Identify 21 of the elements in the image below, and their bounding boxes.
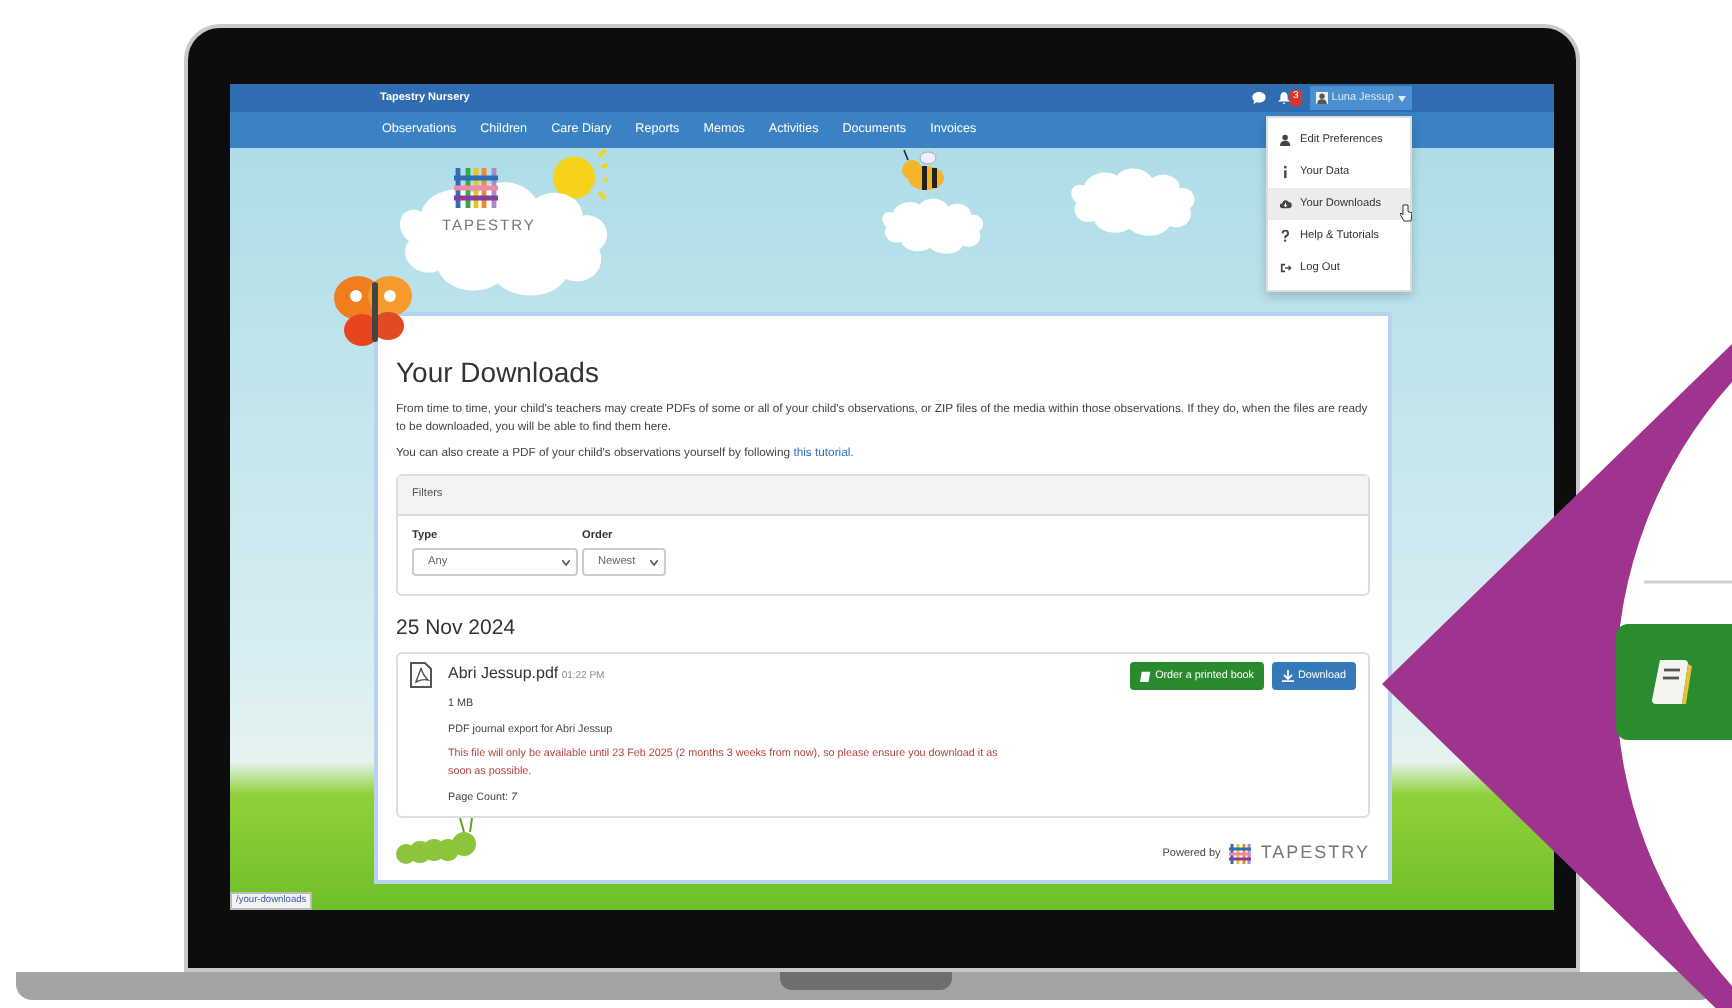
chevron-icon (562, 559, 570, 566)
pdf-file-icon (410, 661, 432, 688)
caterpillar-drawing (396, 818, 480, 867)
date-heading: 25 Nov 2024 (396, 614, 518, 645)
logout-icon (1280, 262, 1292, 274)
chevron-icon (650, 559, 658, 566)
footer-logo-text: TAPESTRY (1260, 839, 1370, 866)
woven-logo-icon (454, 168, 498, 208)
user-avatar-icon (1315, 92, 1328, 104)
chat-icon (1252, 92, 1267, 104)
downloads-icon (1280, 198, 1292, 210)
woven-logo-icon (1228, 843, 1253, 864)
preferences-icon (1280, 134, 1292, 146)
caret-icon (1398, 95, 1406, 101)
page-title: Your Downloads (396, 354, 601, 392)
zoomed-button-drawing (1616, 624, 1732, 740)
file-name: Abri Jessup.pdf (448, 663, 559, 682)
data-icon (1280, 166, 1292, 178)
bell-icon (1278, 92, 1291, 104)
download-icon (1282, 669, 1295, 682)
help-icon (1280, 230, 1292, 242)
